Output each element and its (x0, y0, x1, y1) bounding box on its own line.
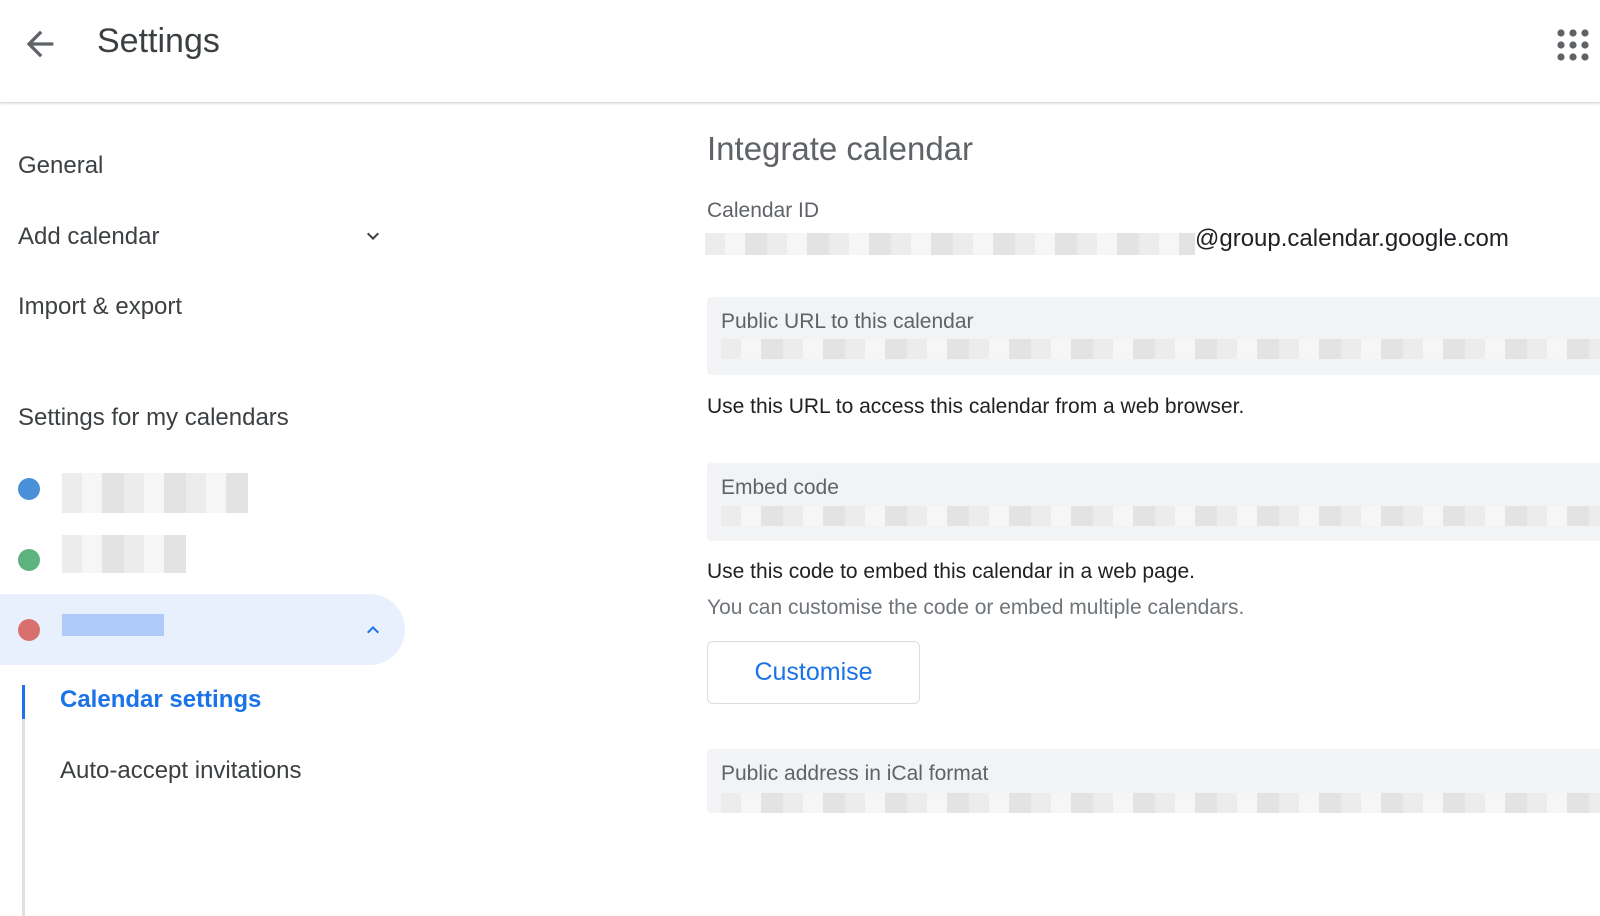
public-url-field[interactable] (707, 297, 1600, 375)
calendar-color-dot (18, 619, 40, 641)
page-title: Settings (97, 22, 220, 60)
calendar-name-redacted[interactable] (62, 535, 186, 573)
public-url-redacted[interactable] (721, 339, 1600, 359)
chevron-down-icon[interactable] (361, 224, 385, 248)
chevron-up-icon[interactable] (361, 618, 385, 642)
apps-grid-icon (1557, 29, 1589, 61)
apps-button[interactable] (1556, 28, 1590, 62)
sidebar-item-add-calendar[interactable]: Add calendar (18, 223, 159, 251)
subnav-track (22, 685, 25, 916)
embed-code-redacted[interactable] (721, 506, 1600, 526)
embed-help-secondary: You can customise the code or embed mult… (707, 596, 1245, 619)
sidebar-item-import-export[interactable]: Import & export (18, 293, 182, 321)
section-title-my-calendars: Settings for my calendars (18, 404, 289, 431)
top-app-bar: Settings (0, 0, 1600, 103)
calendar-row-selected[interactable] (0, 594, 405, 665)
subnav-item-calendar-settings[interactable]: Calendar settings (60, 686, 261, 714)
subnav-active-indicator (22, 685, 25, 719)
public-url-label: Public URL to this calendar (721, 310, 974, 333)
calendar-id-value: @group.calendar.google.com (1195, 225, 1509, 252)
ical-address-redacted[interactable] (721, 793, 1600, 813)
section-title-integrate: Integrate calendar (707, 130, 974, 167)
arrow-back-icon (26, 30, 54, 58)
public-url-help: Use this URL to access this calendar fro… (707, 395, 1245, 418)
back-button[interactable] (20, 24, 60, 64)
ical-address-label: Public address in iCal format (721, 762, 989, 785)
customise-button[interactable]: Customise (707, 641, 920, 704)
sidebar-item-general[interactable]: General (18, 152, 103, 180)
embed-code-label: Embed code (721, 476, 839, 499)
calendar-id-redacted (705, 233, 1195, 255)
calendar-name-redacted (62, 614, 164, 636)
embed-code-field[interactable] (707, 463, 1600, 541)
settings-sidebar: General Add calendar Import & export Set… (0, 103, 420, 916)
calendar-color-dot (18, 549, 40, 571)
calendar-color-dot (18, 478, 40, 500)
calendar-id-label: Calendar ID (707, 199, 820, 222)
embed-help: Use this code to embed this calendar in … (707, 560, 1195, 583)
calendar-name-redacted[interactable] (62, 473, 248, 513)
subnav-item-auto-accept[interactable]: Auto-accept invitations (60, 757, 301, 785)
